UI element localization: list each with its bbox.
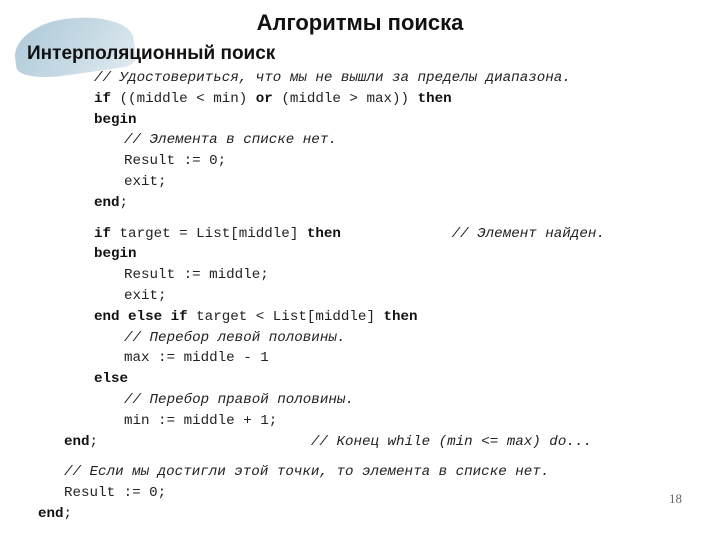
code-keyword: then [417, 91, 452, 107]
code-comment: // Перебор левой половины. [124, 330, 346, 346]
code-keyword: then [306, 226, 341, 242]
code-line: end; // Конец while (min <= max) do... [64, 432, 592, 452]
code-keyword: then [383, 309, 418, 325]
code-text: ; [119, 195, 129, 211]
code-text: min := middle + 1; [124, 413, 278, 429]
code-keyword: end [94, 195, 120, 211]
code-comment: // Элемента в списке нет. [124, 132, 337, 148]
code-line: Result := middle; [124, 265, 269, 285]
code-line: // Перебор правой половины. [124, 390, 354, 410]
code-text: exit; [124, 288, 167, 304]
code-line: Result := 0; [124, 151, 226, 171]
slide-title: Алгоритмы поиска [0, 10, 720, 36]
code-text: exit; [124, 174, 167, 190]
code-comment: // Если мы достигли этой точки, то элеме… [64, 464, 550, 480]
code-line: max := middle - 1 [124, 348, 269, 368]
code-text: ; [63, 506, 73, 522]
slide-title-text: Алгоритмы поиска [256, 10, 464, 35]
code-keyword: end else if [94, 309, 188, 325]
code-line: min := middle + 1; [124, 411, 277, 431]
code-keyword: if [94, 226, 112, 242]
code-line: begin [94, 110, 137, 130]
code-text: Result := 0; [64, 485, 167, 501]
slide-subtitle: Интерполяционный поиск [27, 43, 276, 64]
code-keyword: end [64, 434, 90, 450]
code-keyword: if [94, 91, 112, 107]
code-comment: // Элемент найден. [451, 226, 605, 242]
code-line: // Элемента в списке нет. [124, 130, 337, 150]
code-line: // Перебор левой половины. [124, 328, 345, 348]
code-text: Result := middle; [124, 267, 269, 283]
code-line: if target = List[middle] then // Элемент… [94, 224, 605, 244]
code-keyword: end [38, 506, 64, 522]
code-line: // Удостовериться, что мы не вышли за пр… [94, 68, 571, 88]
code-text: ; [89, 434, 311, 450]
code-keyword: begin [94, 246, 137, 262]
code-line: begin [94, 244, 137, 264]
page-number: 18 [669, 491, 682, 506]
code-keyword: or [255, 91, 273, 107]
code-line: end else if target < List[middle] then [94, 307, 418, 327]
code-comment: // Удостовериться, что мы не вышли за пр… [94, 70, 571, 86]
code-text: target < List[middle] [187, 309, 384, 325]
code-keyword: begin [94, 112, 137, 128]
code-text: target = List[middle] [111, 226, 307, 242]
code-line: exit; [124, 172, 167, 192]
code-line: exit; [124, 286, 167, 306]
code-text: ((middle < min) [111, 91, 256, 107]
code-line: else [94, 369, 128, 389]
code-comment: // Перебор правой половины. [124, 392, 354, 408]
code-keyword: else [94, 371, 129, 387]
code-line: Result := 0; [64, 483, 166, 503]
code-line: end; [94, 193, 128, 213]
code-text: Result := 0; [124, 153, 227, 169]
code-text: max := middle - 1 [124, 350, 269, 366]
code-line: end; [38, 504, 72, 524]
code-comment: // Конец while (min <= max) do... [310, 434, 592, 450]
code-line: if ((middle < min) or (middle > max)) th… [94, 89, 452, 109]
code-line: // Если мы достигли этой точки, то элеме… [64, 462, 549, 482]
code-text: (middle > max)) [272, 91, 418, 107]
